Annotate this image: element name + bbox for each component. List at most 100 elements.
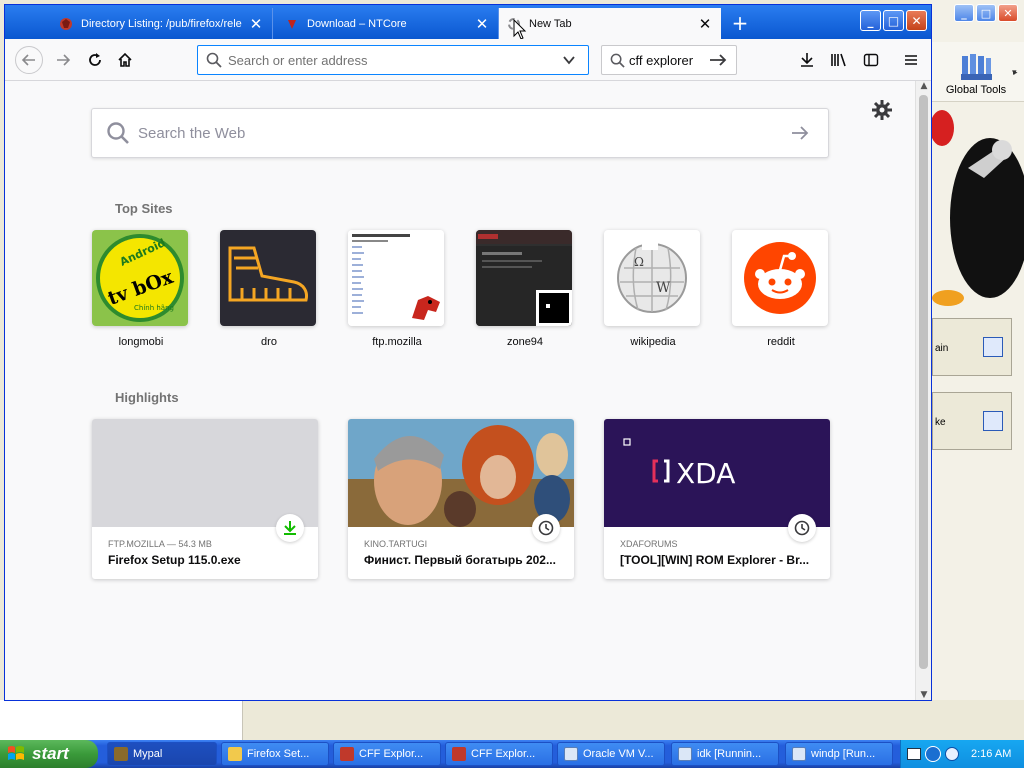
web-search-input[interactable] <box>136 123 776 143</box>
ntcore-favicon-icon <box>288 19 296 29</box>
web-search-box[interactable] <box>91 108 829 158</box>
top-site-label: ftp.mozilla <box>372 336 422 348</box>
help-icon[interactable] <box>945 747 959 761</box>
highlight-context: XDAFORUMS <box>620 539 678 549</box>
top-site-thumbnail <box>348 230 444 326</box>
downloads-button[interactable] <box>793 46 821 74</box>
back-arrow-icon <box>21 54 35 66</box>
task-cff-explorer-2[interactable]: CFF Explor... <box>445 742 553 766</box>
tab-new-tab[interactable]: New Tab ✕ <box>499 8 721 39</box>
mascot-illustration <box>930 110 1024 306</box>
bg-maximize-button[interactable]: □ <box>976 4 996 22</box>
task-label: idk [Runnin... <box>697 748 762 760</box>
search-go-arrow-icon[interactable] <box>790 125 810 141</box>
highlight-card-kino[interactable]: KINO.TARTUGI Финист. Первый богатырь 202… <box>348 419 574 579</box>
longmobi-logo: Android tv bOx Chính hãng <box>96 234 184 322</box>
task-cff-explorer-1[interactable]: CFF Explor... <box>333 742 441 766</box>
minimize-button[interactable]: _ <box>860 10 881 31</box>
top-site-thumbnail <box>220 230 316 326</box>
tab-close-icon[interactable]: ✕ <box>472 15 492 33</box>
taskbar: start Mypal Firefox Set... CFF Explor...… <box>0 740 1024 768</box>
task-firefox-setup[interactable]: Firefox Set... <box>221 742 329 766</box>
tab-close-icon[interactable]: ✕ <box>695 15 715 33</box>
history-clock-icon <box>538 520 554 536</box>
close-window-button[interactable]: ✕ <box>906 10 927 31</box>
top-site-thumbnail: Android tv bOx Chính hãng <box>92 230 188 326</box>
url-input[interactable] <box>226 48 556 72</box>
sidebar-button[interactable] <box>857 46 885 74</box>
gear-icon[interactable] <box>871 99 893 121</box>
background-window-area <box>242 700 1024 740</box>
tab-directory-listing[interactable]: Directory Listing: /pub/firefox/rele ✕ <box>51 8 273 39</box>
tray-collapse-icon[interactable] <box>925 746 941 762</box>
highlight-card-firefox-setup[interactable]: FTP.MOZILLA — 54.3 MB Firefox Setup 115.… <box>92 419 318 579</box>
background-card-1[interactable]: ain <box>932 318 1012 376</box>
top-site-label: wikipedia <box>630 336 676 348</box>
wikipedia-globe-icon: Ω W <box>617 240 687 313</box>
url-bar[interactable] <box>197 45 589 75</box>
task-label: CFF Explor... <box>359 748 424 760</box>
navigation-toolbar <box>5 39 931 81</box>
virtualbox-vm-icon <box>792 747 806 761</box>
virtualbox-vm-icon <box>678 747 692 761</box>
vertical-scrollbar[interactable]: ▲ ▼ <box>915 81 931 700</box>
top-site-thumbnail <box>476 230 572 326</box>
forward-arrow-icon <box>57 54 71 66</box>
global-tools-icon <box>961 54 992 80</box>
tab-close-icon[interactable]: ✕ <box>246 15 266 33</box>
bg-minimize-button[interactable]: _ <box>954 4 974 22</box>
zone94-favicon-icon <box>536 290 572 326</box>
search-bar[interactable] <box>601 45 737 75</box>
task-label: Mypal <box>133 748 163 760</box>
bg-close-button[interactable]: ✕ <box>998 4 1018 22</box>
home-icon <box>118 52 132 67</box>
forward-button[interactable] <box>49 46 77 74</box>
chevron-down-icon[interactable] <box>562 53 576 67</box>
scroll-up-arrow-icon[interactable]: ▲ <box>916 81 932 91</box>
top-site-label: reddit <box>767 336 795 348</box>
task-windp-running[interactable]: windp [Run... <box>785 742 893 766</box>
menu-button[interactable] <box>897 46 925 74</box>
library-button[interactable] <box>825 46 853 74</box>
top-site-reddit[interactable]: reddit <box>732 230 830 348</box>
search-icon <box>206 52 222 68</box>
top-site-longmobi[interactable]: Android tv bOx Chính hãng longmobi <box>92 230 190 348</box>
home-button[interactable] <box>111 46 139 74</box>
top-site-wikipedia[interactable]: Ω W wikipedia <box>604 230 702 348</box>
global-tools-button[interactable]: Global Tools <box>944 50 1008 96</box>
highlight-preview <box>92 419 318 527</box>
new-tab-button[interactable]: + <box>727 11 753 35</box>
top-site-ftp-mozilla[interactable]: ftp.mozilla <box>348 230 446 348</box>
search-go-arrow-icon[interactable] <box>709 53 727 67</box>
keyboard-icon[interactable] <box>907 748 921 760</box>
top-site-thumbnail <box>732 230 828 326</box>
back-button[interactable] <box>15 46 43 74</box>
task-oracle-vm[interactable]: Oracle VM V... <box>557 742 665 766</box>
start-button[interactable]: start <box>0 740 98 768</box>
top-site-zone94[interactable]: zone94 <box>476 230 574 348</box>
svg-text:Ω: Ω <box>634 255 644 269</box>
scrollbar-thumb[interactable] <box>919 95 928 669</box>
highlight-card-xda[interactable]: XDA XDAFORUMS [TOOL][WIN] ROM Explorer -… <box>604 419 830 579</box>
window-app-icon <box>983 337 1003 357</box>
download-icon <box>801 53 813 67</box>
background-window-controls: _ □ ✕ <box>954 4 1018 22</box>
xda-banner-image: XDA <box>604 419 830 527</box>
reload-icon <box>89 53 101 66</box>
toolbar-overflow-icon[interactable]: ▸ <box>1013 68 1018 78</box>
clock[interactable]: 2:16 AM <box>971 748 1011 760</box>
task-label: Firefox Set... <box>247 748 310 760</box>
tab-download-ntcore[interactable]: Download – NTCore ✕ <box>277 8 499 39</box>
background-card-label: ain <box>935 343 949 354</box>
task-idk-running[interactable]: idk [Runnin... <box>671 742 779 766</box>
mypal-app-icon <box>114 747 128 761</box>
download-badge <box>276 514 304 542</box>
search-input[interactable] <box>627 48 703 72</box>
background-card-2[interactable]: ke <box>932 392 1012 450</box>
reload-button[interactable] <box>81 46 109 74</box>
task-mypal[interactable]: Mypal <box>107 742 217 766</box>
top-site-dro[interactable]: dro <box>220 230 318 348</box>
scroll-down-arrow-icon[interactable]: ▼ <box>916 690 932 700</box>
top-sites-heading: Top Sites <box>115 201 173 216</box>
maximize-button[interactable]: □ <box>883 10 904 31</box>
